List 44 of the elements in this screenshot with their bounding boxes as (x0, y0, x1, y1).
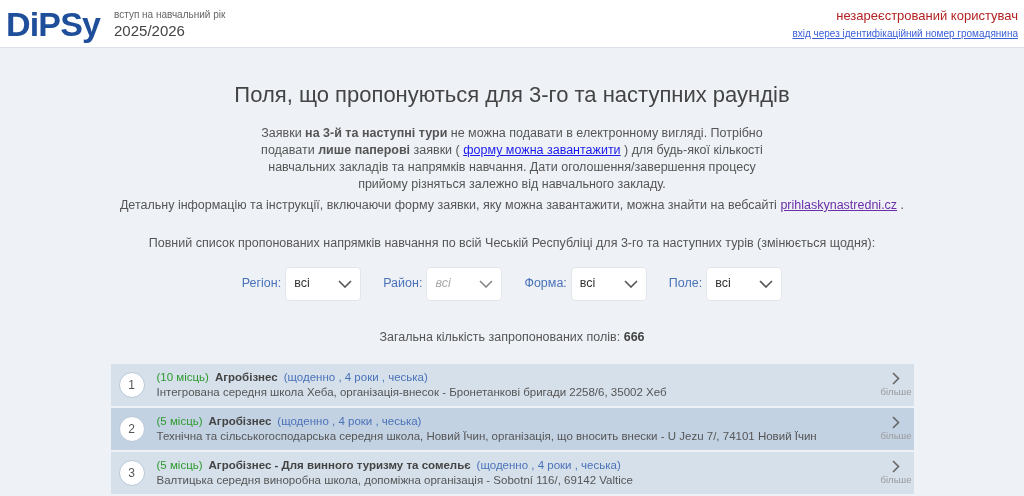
field-name: Агробізнес (208, 414, 272, 430)
chevron-right-icon (892, 415, 900, 429)
intro-paragraph: Заявки на 3-й та наступні тури не можна подавати в електронному вигляді. Потрібно подавати лише паперові заявки ( форму можна завантажити ) для будь-якої кількості навчальних закладів та напрямків навчання. Дати оголошення/завершення процесу прийому різняться залежно від навчального закладу. (260, 125, 764, 193)
filter-label: Форма: (524, 275, 567, 293)
user-status: незареєстрований користувач (836, 7, 1018, 26)
login-link[interactable]: вхід через ідентифікаційний номер громадянина (792, 25, 1018, 41)
filter-label: Регіон: (241, 275, 282, 293)
field-details: (щоденно , 4 роки , чеська) (283, 370, 428, 386)
total-count: Загальна кількість запропонованих полів: 666 (379, 328, 645, 346)
field-row[interactable]: 1 (10 місць) Агробізнес (щоденно , 4 роки , чеська) Інтегрована середня школа Хеба, організація-внесок - Бронетанкові бригади 2258/6, 35002 Хеб більше (110, 364, 914, 407)
logo[interactable]: DiPSy (4, 6, 100, 41)
school-address: Інтегрована середня школа Хеба, організація-внесок - Бронетанкові бригади 2258/6, 35002 Хеб (156, 385, 668, 401)
school-year: 2025/2026 (114, 21, 186, 41)
download-form-link[interactable]: форму можна завантажити (463, 143, 621, 157)
chevron-down-icon (623, 279, 638, 288)
school-address: Валтицька середня виноробна школа, допоміжна організація - Sobotní 116/, 69142 Valtice (156, 473, 634, 489)
subtitle: вступ на навчальний рік (114, 7, 226, 22)
places-count: (5 місць) (156, 414, 203, 430)
website-link[interactable]: prihlaskynastredni.cz (780, 198, 898, 212)
filter-dropdown[interactable]: всі (570, 266, 647, 301)
page-title: Поля, що пропонуються для 3-го та наступних раундів (234, 81, 790, 109)
field-row[interactable]: 2 (5 місць) Агробізнес (щоденно , 4 роки , чеська) Технічна та сільськогосподарська середня школа, Новий Їчин, організація, що вносить внески - U Jezu 7/, 74101 Новий Їчин більше (110, 408, 914, 451)
field-details: (щоденно , 4 роки , чеська) (476, 458, 621, 474)
field-name: Агробізнес - Для винного туризму та сомельє (208, 458, 471, 474)
row-number: 3 (118, 460, 145, 487)
school-address: Технічна та сільськогосподарська середня школа, Новий Їчин, організація, що вносить внески - U Jezu 7/, 74101 Новий Їчин (156, 429, 818, 445)
field-row[interactable]: 3 (5 місць) Агробізнес - Для винного туризму та сомельє (щоденно , 4 роки , чеська) Валтицька середня виноробна школа, допоміжна організація - Sobotní 116/, 69142 Valtice більше (110, 452, 914, 495)
chevron-right-icon (892, 371, 900, 385)
field-details: (щоденно , 4 роки , чеська) (277, 414, 422, 430)
list-description: Повний список пропонованих напрямків навчання по всій Чеській Республіці для 3-го та наступних турів (змінюється щодня): (148, 234, 876, 252)
filter-label: Район: (383, 275, 423, 293)
chevron-down-icon (759, 279, 774, 288)
field-name: Агробізнес (214, 370, 278, 386)
filter-dropdown[interactable]: всі (706, 266, 783, 301)
filter-dropdown[interactable]: всі (285, 266, 362, 301)
chevron-right-icon (892, 459, 900, 473)
filter-label: Поле: (668, 275, 703, 293)
row-number: 2 (118, 416, 145, 443)
places-count: (10 місць) (156, 370, 209, 386)
chevron-down-icon (338, 279, 353, 288)
details-paragraph: Детальну інформацію та інструкції, включаючи форму заявки, яку можна завантажити, можна знайти на вебсайті prihlaskynastredni.cz . (119, 197, 905, 214)
chevron-down-icon (479, 279, 494, 288)
places-count: (5 місць) (156, 458, 203, 474)
row-number: 1 (118, 372, 145, 399)
